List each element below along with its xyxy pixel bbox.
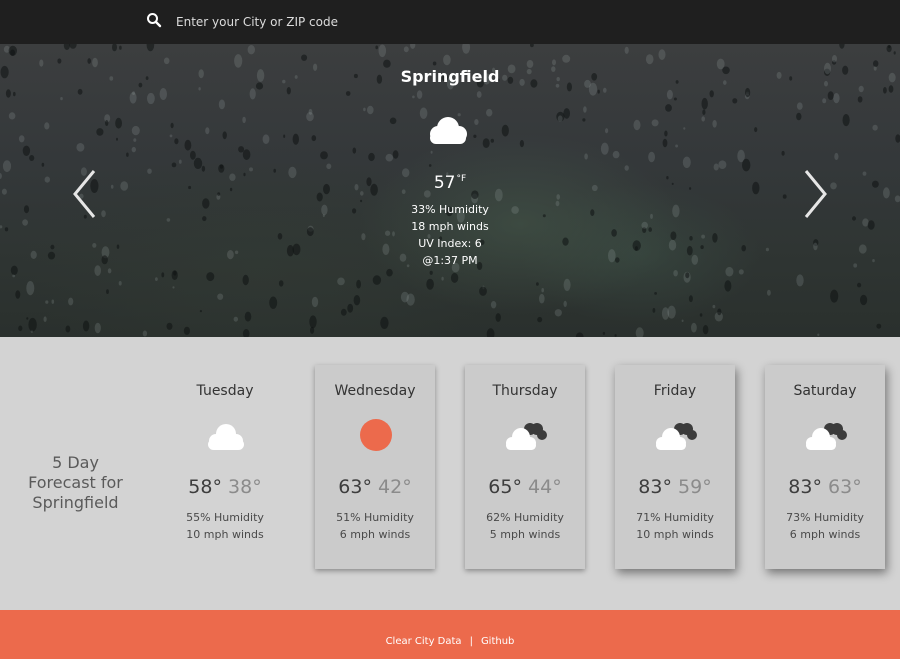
forecast-low: 38° bbox=[228, 476, 262, 498]
forecast-card[interactable]: Friday 83° 59° 71% Humidity 10 mph winds bbox=[615, 365, 735, 569]
forecast-card[interactable]: Wednesday 63° 42° 51% Humidity 6 mph win… bbox=[315, 365, 435, 569]
forecast-temps: 65° 44° bbox=[465, 476, 585, 498]
forecast-high: 83° bbox=[638, 476, 672, 498]
forecast-card[interactable]: Tuesday 58° 38° 55% Humidity 10 mph wind… bbox=[165, 365, 285, 569]
search-icon[interactable] bbox=[146, 12, 162, 28]
dark-clouds-icon bbox=[506, 423, 547, 450]
forecast-winds: 10 mph winds bbox=[186, 528, 264, 541]
current-weather-panel: Springfield 57°F 33% Humidity 18 mph win… bbox=[0, 44, 900, 337]
current-temp-value: 57 bbox=[433, 173, 456, 193]
forecast-winds: 10 mph winds bbox=[636, 528, 714, 541]
forecast-low: 42° bbox=[378, 476, 412, 498]
dark-clouds-icon bbox=[656, 423, 697, 450]
forecast-card[interactable]: Thursday 65° 44° 62% Humidity 5 mph wind… bbox=[465, 365, 585, 569]
forecast-high: 58° bbox=[188, 476, 222, 498]
current-updated-time: @1:37 PM bbox=[422, 254, 478, 267]
top-bar bbox=[0, 0, 900, 44]
forecast-high: 65° bbox=[488, 476, 522, 498]
clear-city-data-link[interactable]: Clear City Data bbox=[386, 636, 462, 647]
forecast-day: Tuesday bbox=[196, 383, 254, 399]
cloud-icon bbox=[208, 424, 244, 450]
forecast-humidity: 51% Humidity bbox=[336, 511, 414, 524]
forecast-temps: 58° 38° bbox=[165, 476, 285, 498]
forecast-day: Wednesday bbox=[334, 383, 416, 399]
forecast-title: 5 Day Forecast for Springfield bbox=[28, 453, 123, 512]
dark-clouds-icon bbox=[806, 423, 847, 450]
forecast-day: Thursday bbox=[492, 383, 558, 399]
sun-icon bbox=[360, 419, 392, 451]
forecast-humidity: 62% Humidity bbox=[486, 511, 564, 524]
forecast-winds: 5 mph winds bbox=[489, 528, 561, 541]
cloud-icon bbox=[430, 117, 467, 144]
forecast-winds: 6 mph winds bbox=[789, 528, 861, 541]
forecast-humidity: 73% Humidity bbox=[786, 511, 864, 524]
chevron-left-icon[interactable] bbox=[70, 168, 100, 220]
forecast-low: 59° bbox=[678, 476, 712, 498]
forecast-high: 83° bbox=[788, 476, 822, 498]
footer-separator: | bbox=[469, 636, 473, 647]
forecast-day: Friday bbox=[653, 383, 697, 399]
current-temp-unit: °F bbox=[456, 174, 467, 184]
current-winds: 18 mph winds bbox=[411, 220, 489, 233]
chevron-right-icon[interactable] bbox=[800, 168, 830, 220]
current-uv-index: UV Index: 6 bbox=[418, 237, 482, 250]
forecast-humidity: 55% Humidity bbox=[186, 511, 264, 524]
forecast-card[interactable]: Saturday 83° 63° 73% Humidity 6 mph wind… bbox=[765, 365, 885, 569]
footer-links: Clear City Data | Github bbox=[0, 636, 900, 647]
current-humidity: 33% Humidity bbox=[411, 203, 489, 216]
forecast-temps: 63° 42° bbox=[315, 476, 435, 498]
current-temperature: 57°F bbox=[0, 173, 900, 193]
forecast-temps: 83° 63° bbox=[765, 476, 885, 498]
forecast-temps: 83° 59° bbox=[615, 476, 735, 498]
forecast-winds: 6 mph winds bbox=[339, 528, 411, 541]
forecast-high: 63° bbox=[338, 476, 372, 498]
github-link[interactable]: Github bbox=[481, 636, 514, 647]
forecast-day: Saturday bbox=[793, 383, 857, 399]
search-input[interactable] bbox=[170, 10, 602, 34]
forecast-low: 44° bbox=[528, 476, 562, 498]
current-city-name: Springfield bbox=[400, 67, 500, 86]
forecast-low: 63° bbox=[828, 476, 862, 498]
footer: Clear City Data | Github bbox=[0, 610, 900, 659]
forecast-humidity: 71% Humidity bbox=[636, 511, 714, 524]
